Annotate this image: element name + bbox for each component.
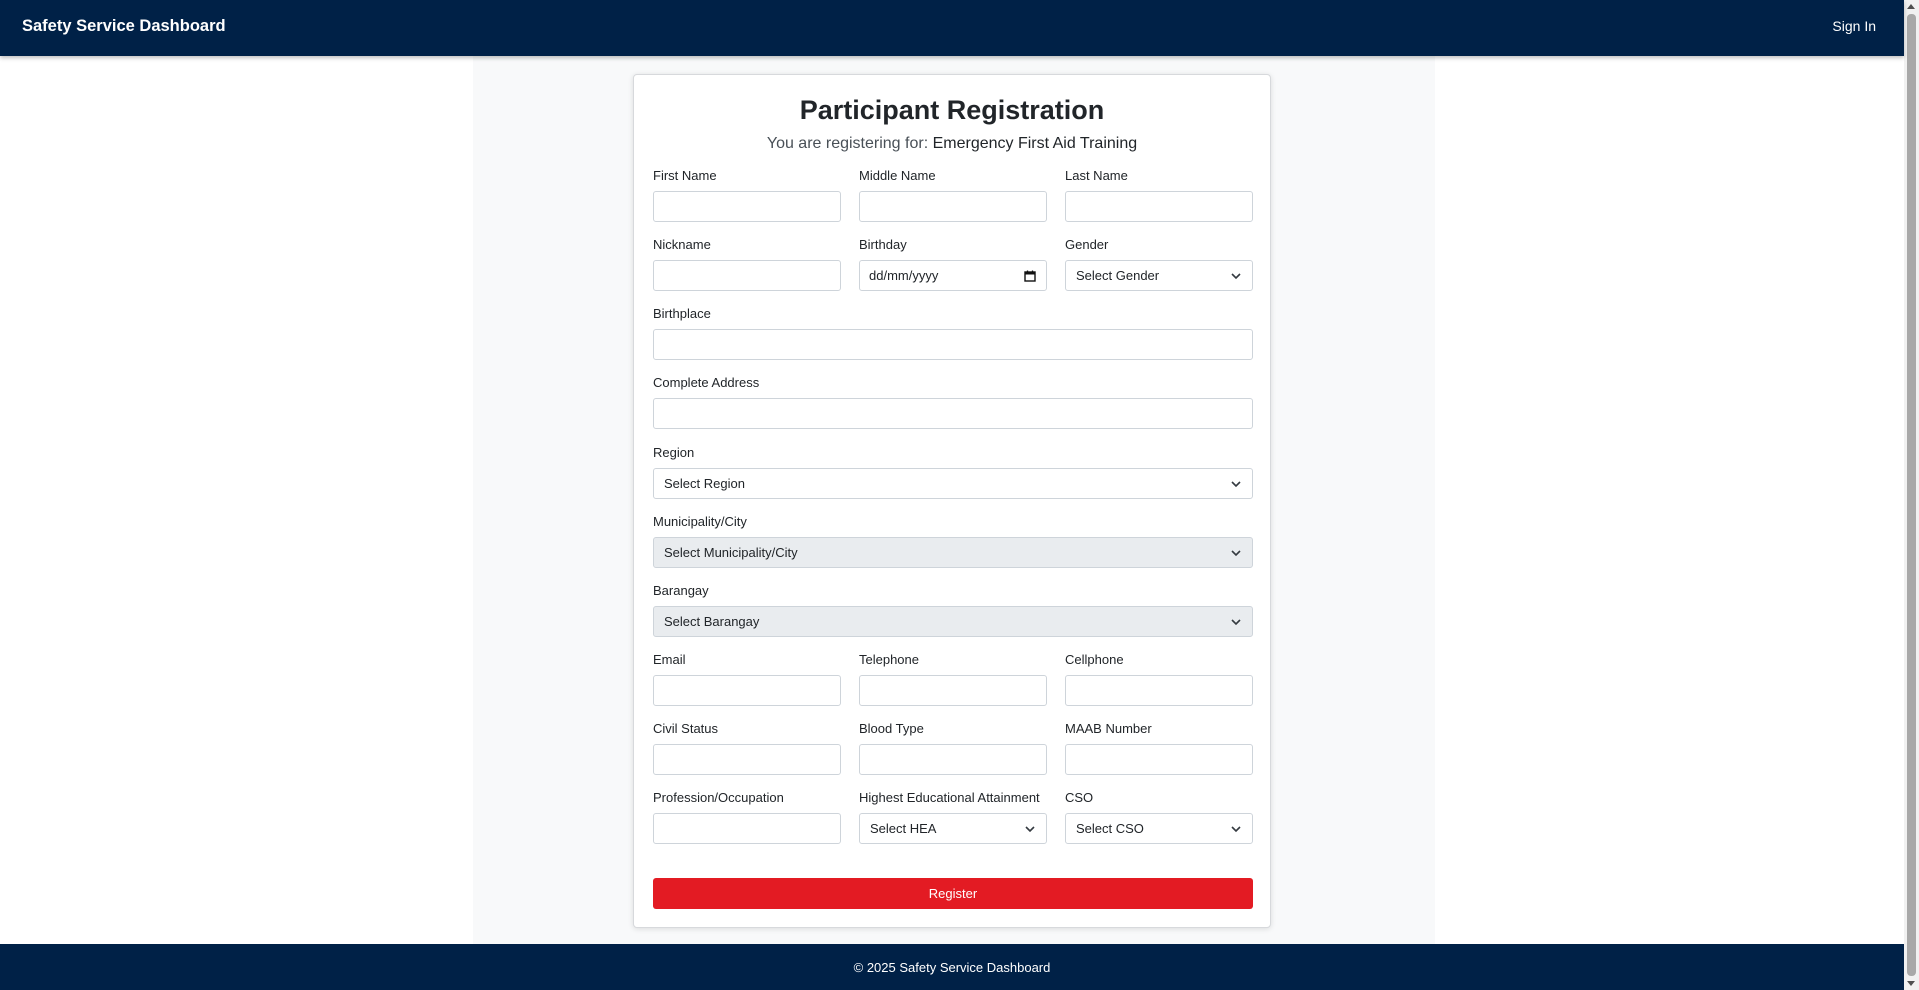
- email-input[interactable]: [653, 675, 841, 706]
- cso-group: CSO Select CSO: [1065, 789, 1253, 844]
- hea-selected: Select HEA: [870, 821, 937, 836]
- hea-select[interactable]: Select HEA: [859, 813, 1047, 844]
- page-title: Participant Registration: [799, 95, 1105, 125]
- scroll-thumb[interactable]: [1907, 14, 1916, 976]
- page-subtitle: You are registering for: Emergency First…: [634, 135, 1270, 153]
- blood-type-label: Blood Type: [859, 721, 924, 736]
- chevron-down-icon: [1231, 550, 1241, 557]
- cellphone-label: Cellphone: [1065, 652, 1124, 667]
- first-name-input[interactable]: [653, 191, 841, 222]
- birthday-group: Birthday dd/mm/yyyy: [859, 236, 1047, 291]
- birthplace-group: Birthplace: [653, 305, 1253, 360]
- gender-group: Gender Select Gender: [1065, 236, 1253, 291]
- footer-text: © 2025 Safety Service Dashboard: [853, 959, 1051, 975]
- last-name-group: Last Name: [1065, 167, 1253, 222]
- barangay-selected: Select Barangay: [664, 614, 760, 629]
- region-label: Region: [653, 445, 695, 460]
- nickname-label: Nickname: [653, 237, 711, 252]
- hea-label: Highest Educational Attainment: [859, 790, 1040, 805]
- scroll-down-arrow-icon[interactable]: [1907, 981, 1915, 986]
- blood-type-input[interactable]: [859, 744, 1047, 775]
- brand-title[interactable]: Safety Service Dashboard: [22, 17, 226, 36]
- cso-select[interactable]: Select CSO: [1065, 813, 1253, 844]
- address-label: Complete Address: [653, 375, 760, 390]
- chevron-down-icon: [1231, 826, 1241, 833]
- profession-group: Profession/Occupation: [653, 789, 841, 844]
- calendar-icon[interactable]: [1024, 270, 1036, 282]
- telephone-group: Telephone: [859, 651, 1047, 706]
- birthday-label: Birthday: [859, 237, 907, 252]
- first-name-group: First Name: [653, 167, 841, 222]
- first-name-label: First Name: [653, 168, 717, 183]
- chevron-down-icon: [1231, 481, 1241, 488]
- blood-type-group: Blood Type: [859, 720, 1047, 775]
- gender-selected: Select Gender: [1076, 268, 1160, 283]
- birthday-placeholder: dd/mm/yyyy: [869, 268, 939, 283]
- hea-group: Highest Educational Attainment Select HE…: [859, 789, 1047, 844]
- nickname-input[interactable]: [653, 260, 841, 291]
- civil-status-label: Civil Status: [653, 721, 719, 736]
- maab-input[interactable]: [1065, 744, 1253, 775]
- cellphone-input[interactable]: [1065, 675, 1253, 706]
- register-button[interactable]: Register: [653, 878, 1253, 909]
- barangay-label: Barangay: [653, 583, 709, 598]
- telephone-label: Telephone: [859, 652, 919, 667]
- civil-status-input[interactable]: [653, 744, 841, 775]
- middle-name-input[interactable]: [859, 191, 1047, 222]
- region-select[interactable]: Select Region: [653, 468, 1253, 499]
- birthplace-input[interactable]: [653, 329, 1253, 360]
- region-group: Region Select Region: [653, 444, 1253, 499]
- scroll-up-arrow-icon[interactable]: [1907, 4, 1915, 9]
- gender-label: Gender: [1065, 237, 1109, 252]
- top-navbar: Safety Service Dashboard Sign In: [0, 0, 1904, 56]
- registration-card: Participant Registration You are registe…: [633, 74, 1271, 928]
- middle-name-label: Middle Name: [859, 168, 936, 183]
- barangay-group: Barangay Select Barangay: [653, 582, 1253, 637]
- profession-label: Profession/Occupation: [653, 790, 784, 805]
- maab-group: MAAB Number: [1065, 720, 1253, 775]
- region-selected: Select Region: [664, 476, 745, 491]
- subtitle-prefix: You are registering for:: [766, 135, 933, 152]
- birthday-input[interactable]: dd/mm/yyyy: [859, 260, 1047, 291]
- barangay-select[interactable]: Select Barangay: [653, 606, 1253, 637]
- course-name: Emergency First Aid Training: [932, 135, 1138, 152]
- address-input[interactable]: [653, 398, 1253, 429]
- profession-input[interactable]: [653, 813, 841, 844]
- civil-status-group: Civil Status: [653, 720, 841, 775]
- address-group: Complete Address: [653, 374, 1253, 429]
- municipality-label: Municipality/City: [653, 514, 747, 529]
- footer: © 2025 Safety Service Dashboard: [0, 944, 1904, 990]
- municipality-group: Municipality/City Select Municipality/Ci…: [653, 513, 1253, 568]
- gender-select[interactable]: Select Gender: [1065, 260, 1253, 291]
- page-scrollbar[interactable]: [1904, 0, 1919, 990]
- cso-selected: Select CSO: [1076, 821, 1144, 836]
- chevron-down-icon: [1231, 273, 1241, 280]
- last-name-input[interactable]: [1065, 191, 1253, 222]
- last-name-label: Last Name: [1065, 168, 1128, 183]
- middle-name-group: Middle Name: [859, 167, 1047, 222]
- cso-label: CSO: [1065, 790, 1094, 805]
- municipality-select[interactable]: Select Municipality/City: [653, 537, 1253, 568]
- chevron-down-icon: [1231, 619, 1241, 626]
- cellphone-group: Cellphone: [1065, 651, 1253, 706]
- telephone-input[interactable]: [859, 675, 1047, 706]
- municipality-selected: Select Municipality/City: [664, 545, 798, 560]
- email-group: Email: [653, 651, 841, 706]
- nickname-group: Nickname: [653, 236, 841, 291]
- sign-in-link[interactable]: Sign In: [1832, 18, 1876, 34]
- chevron-down-icon: [1025, 826, 1035, 833]
- birthplace-label: Birthplace: [653, 306, 711, 321]
- maab-label: MAAB Number: [1065, 721, 1152, 736]
- email-label: Email: [653, 652, 686, 667]
